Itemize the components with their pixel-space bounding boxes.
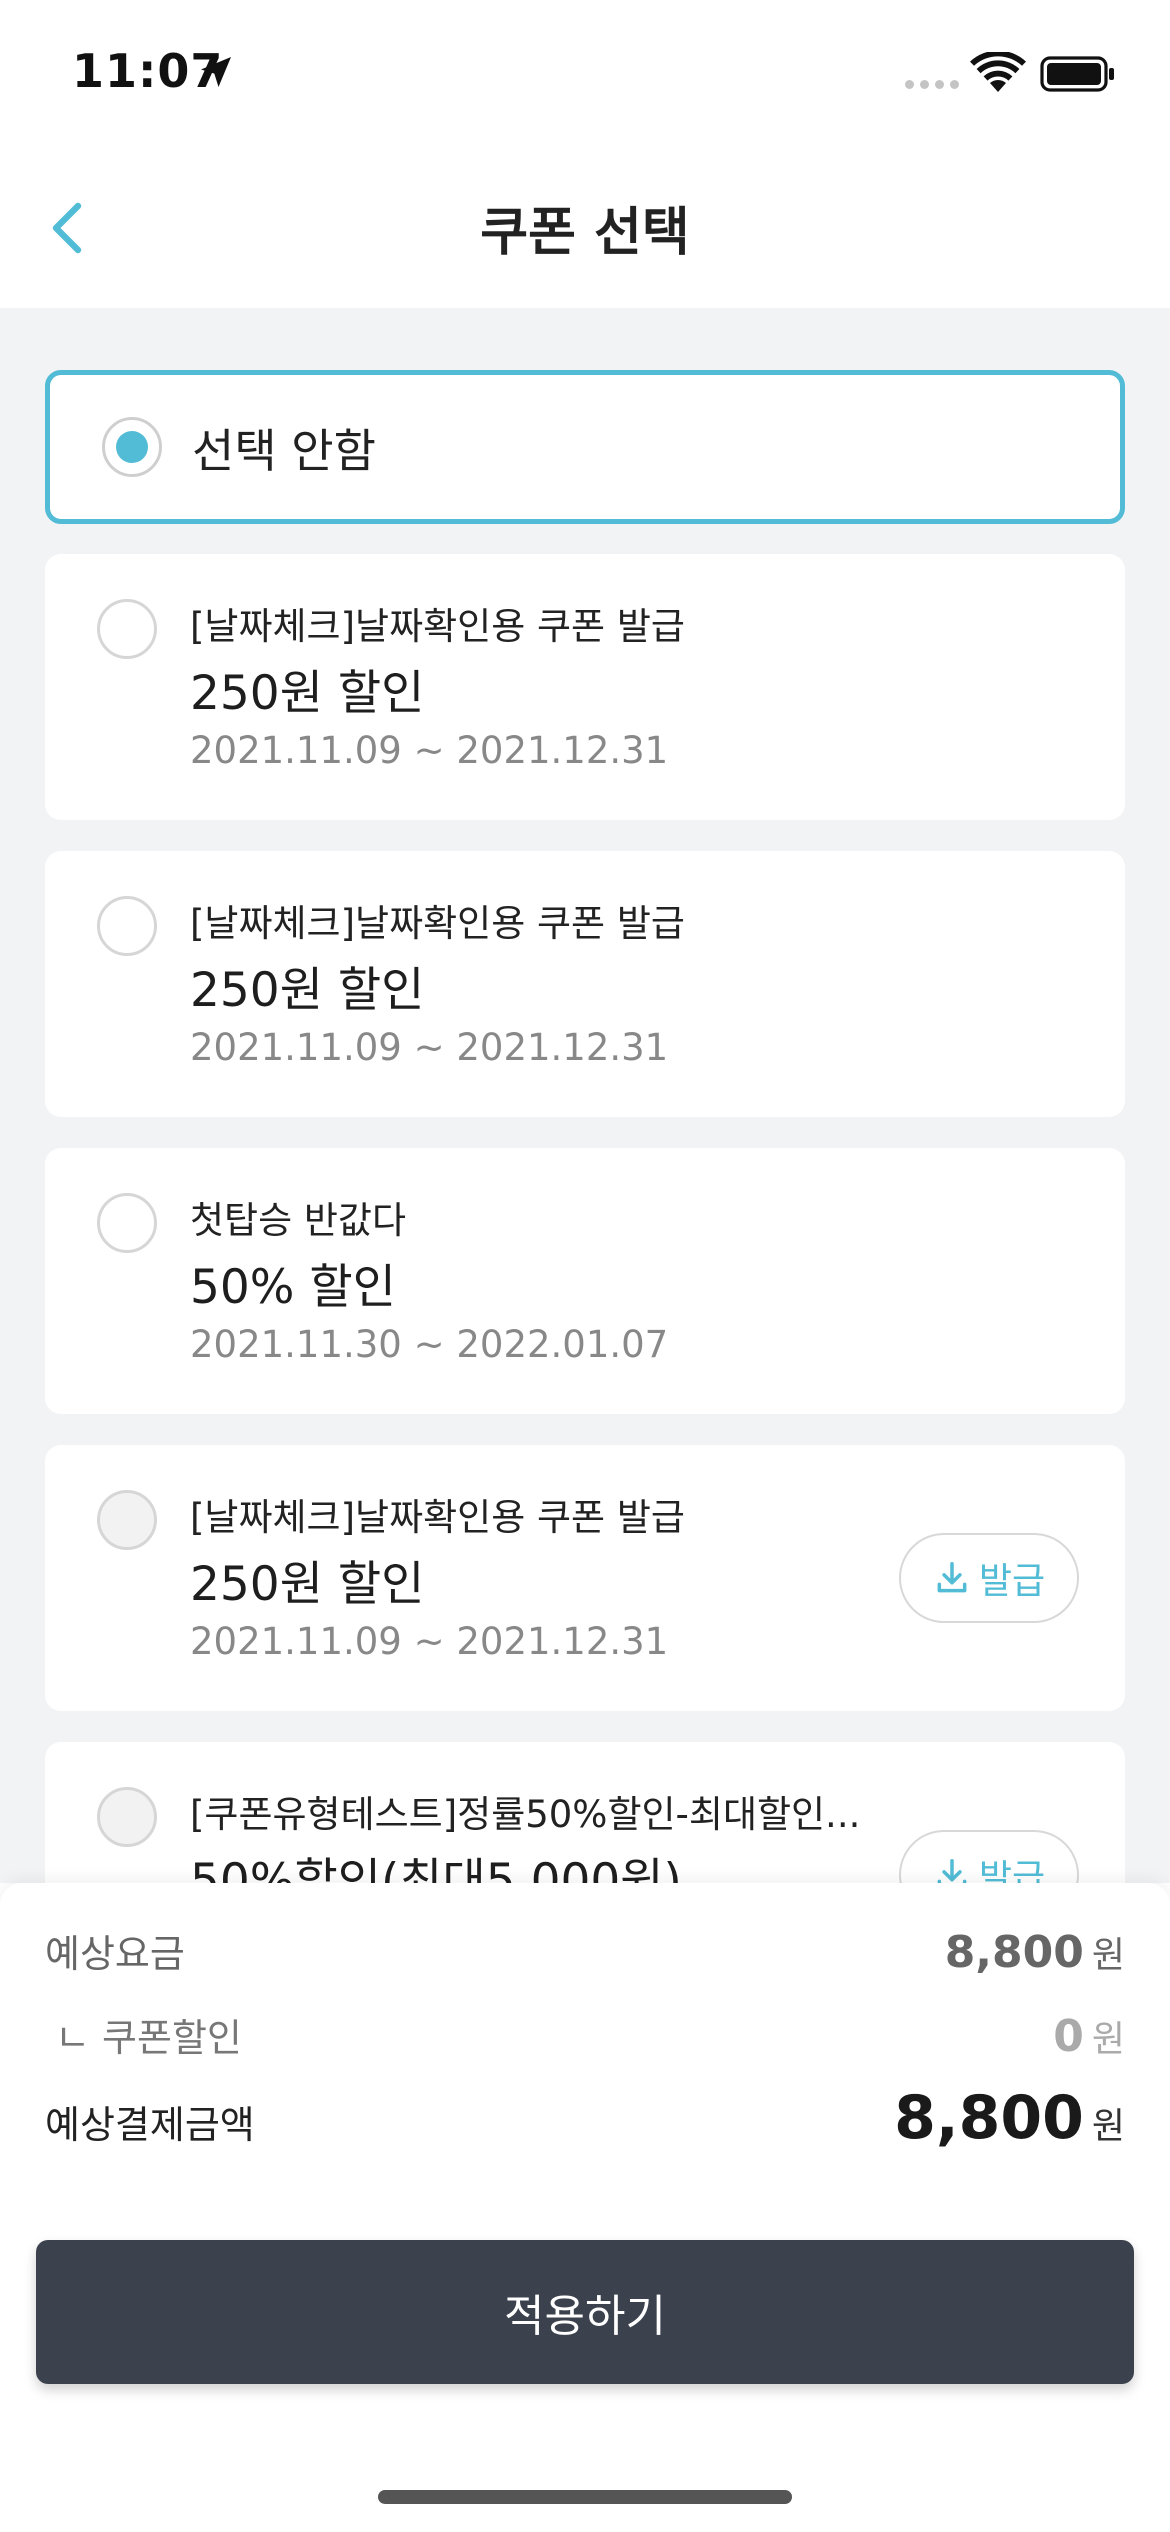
expected-payment-row: 예상결제금액 8,800 원	[45, 2083, 1125, 2153]
issue-label: 발급	[978, 1858, 1046, 1883]
coupon-discount: 250원 할인	[190, 666, 425, 721]
location-arrow-icon	[201, 57, 231, 87]
payment-summary: 예상요금 8,800 원 ㄴ 쿠폰할인 0 원 예상결제금액 8,800 원 적…	[0, 1883, 1170, 2532]
issue-coupon-button[interactable]: 발급	[899, 1830, 1079, 1883]
expected-fare-value: 8,800	[944, 1927, 1084, 1978]
coupon-discount-label: ㄴ 쿠폰할인	[55, 2016, 242, 2060]
coupon-period: 2021.11.09 ~ 2021.12.31	[190, 1620, 669, 1663]
coupon-item[interactable]: [날짜체크]날짜확인용 쿠폰 발급 250원 할인 2021.11.09 ~ 2…	[45, 554, 1125, 820]
coupon-name: [쿠폰유형테스트]정률50%할인-최대할인...	[190, 1793, 861, 1836]
coupon-name: [날짜체크]날짜확인용 쿠폰 발급	[190, 605, 685, 648]
coupon-discount: 250원 할인	[190, 963, 425, 1018]
wifi-icon	[970, 52, 1026, 92]
coupon-name: [날짜체크]날짜확인용 쿠폰 발급	[190, 902, 685, 945]
option-label: 선택 안함	[192, 424, 376, 478]
coupon-discount-row: ㄴ 쿠폰할인 0 원	[55, 2007, 1125, 2062]
coupon-item[interactable]: 첫탑승 반값다 50% 할인 2021.11.30 ~ 2022.01.07	[45, 1148, 1125, 1414]
header: 쿠폰 선택	[0, 150, 1170, 308]
coupon-name: [날짜체크]날짜확인용 쿠폰 발급	[190, 1496, 685, 1539]
expected-payment-value: 8,800	[894, 2083, 1084, 2153]
issue-label: 발급	[978, 1561, 1046, 1602]
coupon-period: 2021.11.09 ~ 2021.12.31	[190, 729, 669, 772]
coupon-item[interactable]: [날짜체크]날짜확인용 쿠폰 발급 250원 할인 2021.11.09 ~ 2…	[45, 851, 1125, 1117]
radio-icon[interactable]	[97, 896, 157, 956]
radio-icon[interactable]	[97, 599, 157, 659]
expected-fare-row: 예상요금 8,800 원	[45, 1923, 1125, 1978]
option-no-coupon[interactable]: 선택 안함	[45, 370, 1125, 524]
coupon-discount: 50% 할인	[190, 1260, 396, 1315]
download-icon	[937, 1562, 967, 1593]
coupon-discount: 250원 할인	[190, 1557, 425, 1612]
battery-icon	[1040, 56, 1114, 92]
coupon-period: 2021.11.30 ~ 2022.01.07	[190, 1323, 669, 1366]
coupon-discount: 50%할인(최대5,000원)	[190, 1854, 682, 1883]
cellular-signal-icon	[905, 80, 959, 89]
coupon-discount-value: 0	[1053, 2011, 1084, 2062]
coupon-list: 선택 안함 [날짜체크]날짜확인용 쿠폰 발급 250원 할인 2021.11.…	[0, 308, 1170, 1883]
issue-coupon-button[interactable]: 발급	[899, 1533, 1079, 1623]
radio-disabled-icon	[97, 1787, 157, 1847]
currency-unit: 원	[1091, 2106, 1125, 2147]
radio-disabled-icon	[97, 1490, 157, 1550]
radio-icon[interactable]	[97, 1193, 157, 1253]
expected-payment-label: 예상결제금액	[45, 2103, 255, 2147]
download-icon	[937, 1859, 967, 1883]
currency-unit: 원	[1091, 2019, 1125, 2060]
home-indicator[interactable]	[378, 2490, 792, 2504]
coupon-name: 첫탑승 반값다	[190, 1199, 407, 1242]
coupon-item-unissued: [쿠폰유형테스트]정률50%할인-최대할인... 50%할인(최대5,000원)…	[45, 1742, 1125, 1883]
page-title: 쿠폰 선택	[480, 203, 690, 263]
coupon-period: 2021.11.09 ~ 2021.12.31	[190, 1026, 669, 1069]
status-bar: 11:07	[0, 0, 1170, 150]
apply-button[interactable]: 적용하기	[36, 2240, 1134, 2384]
expected-fare-label: 예상요금	[45, 1932, 185, 1976]
radio-selected-icon[interactable]	[102, 417, 162, 477]
coupon-item-unissued: [날짜체크]날짜확인용 쿠폰 발급 250원 할인 2021.11.09 ~ 2…	[45, 1445, 1125, 1711]
currency-unit: 원	[1091, 1935, 1125, 1976]
